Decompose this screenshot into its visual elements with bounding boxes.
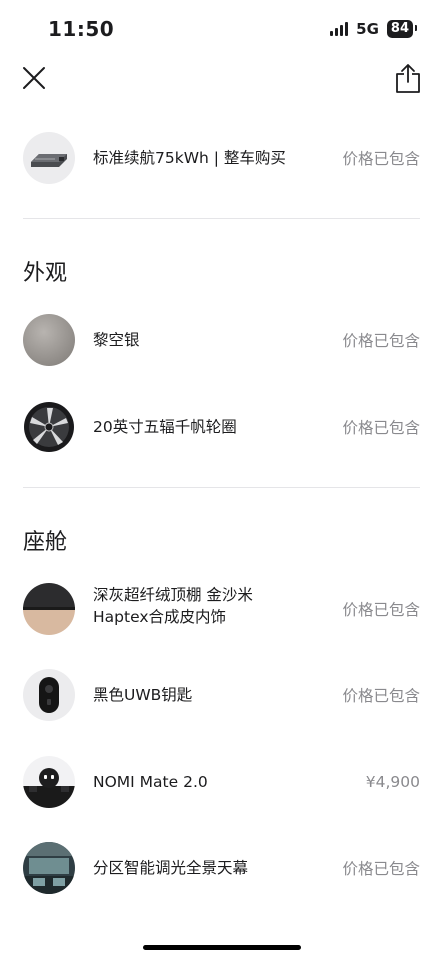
wheel-thumbnail: [23, 401, 75, 453]
sky-roof-label: 分区智能调光全景天幕: [93, 859, 249, 877]
key-thumbnail: [23, 669, 75, 721]
home-indicator[interactable]: [143, 945, 301, 950]
exterior-color-row: 黎空银 价格已包含: [0, 310, 443, 370]
network-type: 5G: [356, 20, 379, 38]
interior-row: 深灰超纤绒顶棚 金沙米 Haptex合成皮内饰 价格已包含: [0, 579, 443, 639]
nomi-row: NOMI Mate 2.0 ¥4,900: [0, 752, 443, 812]
section-title-cabin: 座舱: [23, 530, 68, 555]
close-button[interactable]: [22, 66, 46, 90]
status-time: 11:50: [48, 17, 115, 41]
battery-icon: 84: [386, 20, 418, 38]
key-row: 黑色UWB钥匙 价格已包含: [0, 665, 443, 725]
interior-swatch: [23, 583, 75, 635]
sky-roof-price: 价格已包含: [342, 860, 420, 878]
divider: [23, 487, 420, 488]
sky-roof-row: 分区智能调光全景天幕 价格已包含: [0, 838, 443, 898]
battery-pack-thumbnail: [23, 132, 75, 184]
status-bar: 11:50 5G 84: [0, 0, 443, 58]
paint-color-swatch: [23, 314, 75, 366]
nomi-price: ¥4,900: [365, 773, 420, 791]
nomi-thumbnail: [23, 756, 75, 808]
exterior-color-label: 黎空银: [93, 331, 140, 349]
nomi-label: NOMI Mate 2.0: [93, 773, 208, 791]
share-icon: [396, 64, 420, 93]
battery-config-row: 标准续航75kWh | 整车购买 价格已包含: [0, 128, 443, 188]
interior-label-line2: Haptex合成皮内饰: [93, 608, 227, 626]
section-title-exterior: 外观: [23, 261, 68, 286]
interior-price: 价格已包含: [342, 601, 420, 619]
battery-config-price: 价格已包含: [342, 150, 420, 168]
signal-icon: [330, 22, 349, 36]
close-icon: [23, 67, 45, 89]
wheel-label: 20英寸五辐千帆轮圈: [93, 418, 237, 436]
divider: [23, 218, 420, 219]
sky-roof-thumbnail: [23, 842, 75, 894]
wheel-row: 20英寸五辐千帆轮圈 价格已包含: [0, 397, 443, 457]
share-button[interactable]: [395, 62, 421, 94]
interior-label-line1: 深灰超纤绒顶棚 金沙米: [93, 586, 253, 604]
wheel-price: 价格已包含: [342, 419, 420, 437]
key-price: 价格已包含: [342, 687, 420, 705]
exterior-color-price: 价格已包含: [342, 332, 420, 350]
status-indicators: 5G 84: [330, 20, 418, 38]
battery-config-label: 标准续航75kWh | 整车购买: [93, 149, 286, 167]
key-label: 黑色UWB钥匙: [93, 686, 193, 704]
interior-label: 深灰超纤绒顶棚 金沙米 Haptex合成皮内饰: [93, 584, 253, 628]
